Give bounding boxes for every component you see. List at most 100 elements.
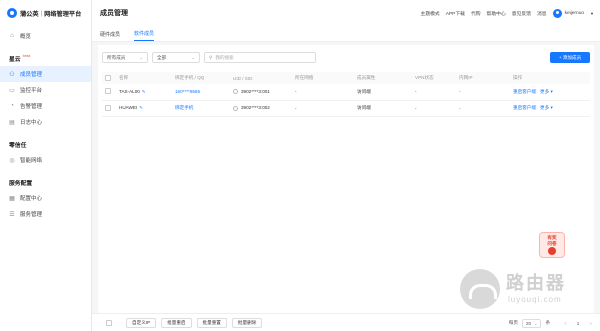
username[interactable]: keijernuo bbox=[565, 11, 584, 16]
more-menu-button[interactable]: 更多 ▾ bbox=[540, 105, 553, 110]
gift-icon bbox=[548, 246, 556, 255]
sidebar-item-members[interactable]: ⚇ 成员管理 bbox=[0, 66, 91, 82]
list-icon: ☰ bbox=[9, 211, 15, 218]
app-download-link[interactable]: APP下载 bbox=[446, 10, 465, 17]
app-root: 蒲公英 | 网络管理平台 ⌂ 概览 星云 beta ⚇ 成员管理 ▭ 监控平台 … bbox=[0, 0, 600, 331]
theme-mode-link[interactable]: 主题模式 bbox=[421, 10, 440, 17]
next-page-button[interactable]: > bbox=[589, 321, 592, 326]
sidebar-item-label: 成员管理 bbox=[20, 72, 43, 78]
attribute-cell: 访问端 bbox=[354, 100, 412, 117]
custom-ip-button[interactable]: 自定义IP bbox=[126, 317, 157, 328]
attribute-cell: 访问端 bbox=[354, 84, 412, 101]
watermark: 路由器 luyouqi.com bbox=[458, 265, 598, 315]
bottom-select-all-checkbox[interactable] bbox=[106, 319, 112, 326]
row-checkbox[interactable] bbox=[105, 104, 111, 111]
survey-promo-button[interactable]: 有奖 问卷 bbox=[539, 232, 565, 258]
sidebar-group-zero-trust: 零信任 bbox=[0, 136, 91, 152]
batch-reset-button[interactable]: 批量重置 bbox=[196, 317, 227, 328]
sidebar-item-overview[interactable]: ⌂ 概览 bbox=[0, 28, 91, 44]
ip-cell: - bbox=[456, 100, 510, 117]
restart-client-button[interactable]: 重启客户端 bbox=[513, 105, 536, 110]
row-checkbox[interactable] bbox=[105, 88, 111, 95]
select-value: 全部 bbox=[157, 54, 167, 60]
sidebar-item-service-management[interactable]: ☰ 服务管理 bbox=[0, 206, 91, 222]
log-icon: ▤ bbox=[9, 119, 15, 126]
member-type-select[interactable]: 所有成员 ⌄ bbox=[102, 52, 148, 63]
filter-bar: 所有成员 ⌄ 全部 ⌄ ⚲ 我的搜索 bbox=[102, 52, 316, 63]
sidebar-item-config-center[interactable]: ▦ 配置中心 bbox=[0, 190, 91, 206]
group-title: 服务配置 bbox=[9, 180, 33, 187]
table-row: TAS-AL00 ✎ 150****9555 3902****3:001 - 访问… bbox=[102, 84, 590, 101]
restart-client-button[interactable]: 重启客户端 bbox=[513, 89, 536, 94]
sidebar-item-label: 监控平台 bbox=[20, 88, 43, 94]
promo-line-2: 问卷 bbox=[547, 240, 557, 246]
column-header-vpn: VPN状态 bbox=[412, 72, 456, 84]
more-menu-button[interactable]: 更多 ▾ bbox=[540, 89, 553, 94]
help-center-link[interactable]: 帮助中心 bbox=[487, 10, 506, 17]
vpn-cell: - bbox=[412, 84, 456, 101]
users-icon: ⚇ bbox=[9, 71, 15, 78]
bind-phone-link[interactable]: 绑定手机 bbox=[175, 105, 193, 110]
tab-software-members[interactable]: 软件成员 bbox=[134, 27, 155, 41]
messages-link[interactable]: 消息 bbox=[537, 10, 547, 17]
edit-icon[interactable]: ✎ bbox=[139, 105, 143, 110]
table-row: HUAWEI ✎ 绑定手机 3902****3:002 - 访问端 - - 重启客… bbox=[102, 100, 590, 117]
table-header-row: 名称 绑定手机 / QQ UID / SID 所在网络 成员属性 VPN状态 内… bbox=[102, 72, 590, 84]
sidebar-item-label: 配置中心 bbox=[20, 196, 43, 202]
uid-value: 3902****3:002 bbox=[241, 105, 270, 111]
brand[interactable]: 蒲公英 | 网络管理平台 bbox=[0, 0, 91, 26]
top-header: 成员管理 主题模式 APP下载 代购 帮助中心 意见反馈 消息 keijernu… bbox=[92, 0, 600, 26]
search-placeholder: 我的搜索 bbox=[215, 54, 234, 60]
select-all-checkbox[interactable] bbox=[105, 74, 111, 81]
feedback-link[interactable]: 意见反馈 bbox=[512, 10, 531, 17]
sidebar-item-label: 告警管理 bbox=[20, 104, 43, 110]
page-size-prefix: 每页 bbox=[508, 320, 518, 325]
page-size-select[interactable]: 20 ⌄ bbox=[521, 318, 542, 328]
sidebar-item-alerts[interactable]: ◔ 告警管理 bbox=[0, 98, 91, 114]
uid-cell: 3902****3:002 bbox=[230, 100, 292, 117]
sidebar-item-logs[interactable]: ▤ 日志中心 bbox=[0, 114, 91, 130]
select-value: 所有成员 bbox=[107, 54, 126, 60]
current-page[interactable]: 1 bbox=[577, 321, 580, 326]
member-tabs: 硬件成员 软件成员 bbox=[92, 26, 600, 42]
add-member-button[interactable]: + 添加成员 bbox=[550, 52, 590, 63]
user-icon bbox=[233, 105, 238, 111]
brand-separator: | bbox=[40, 9, 43, 17]
watermark-router-icon bbox=[460, 269, 500, 309]
prev-page-button[interactable]: < bbox=[564, 321, 567, 326]
phone-link[interactable]: 150****9555 bbox=[175, 89, 200, 94]
tab-hardware-members[interactable]: 硬件成员 bbox=[100, 27, 120, 41]
purchase-link[interactable]: 代购 bbox=[471, 10, 481, 17]
user-icon bbox=[233, 89, 238, 95]
brand-subtitle: 网络管理平台 bbox=[44, 10, 82, 18]
column-header-phone: 绑定手机 / QQ bbox=[172, 72, 230, 84]
header-checkbox-cell bbox=[102, 72, 116, 84]
uid-cell: 3902****3:001 bbox=[230, 84, 292, 101]
column-header-uid: UID / SID bbox=[230, 72, 292, 84]
actions-cell: 重启客户端 更多 ▾ bbox=[510, 100, 590, 117]
monitor-icon: ▭ bbox=[9, 87, 15, 94]
sidebar-item-smart-network[interactable]: ◎ 智能网络 bbox=[0, 152, 91, 168]
watermark-title: 路由器 bbox=[506, 273, 566, 293]
column-header-attribute: 成员属性 bbox=[354, 72, 412, 84]
search-input[interactable]: ⚲ 我的搜索 bbox=[204, 52, 316, 63]
avatar[interactable] bbox=[552, 8, 562, 18]
actions-cell: 重启客户端 更多 ▾ bbox=[510, 84, 590, 101]
sidebar-item-monitor[interactable]: ▭ 监控平台 bbox=[0, 82, 91, 98]
search-icon: ⚲ bbox=[209, 54, 213, 60]
sidebar-group-nebula: 星云 beta bbox=[0, 50, 91, 66]
chevron-down-icon[interactable]: ▼ bbox=[590, 11, 594, 16]
column-header-network: 所在网络 bbox=[292, 72, 354, 84]
header-links: 主题模式 APP下载 代购 帮助中心 意见反馈 消息 keijernuo ▼ bbox=[415, 0, 594, 26]
row-checkbox-cell bbox=[102, 84, 116, 101]
watermark-subtitle: luyouqi.com bbox=[508, 295, 562, 304]
sidebar-item-label: 智能网络 bbox=[20, 158, 43, 164]
edit-icon[interactable]: ✎ bbox=[142, 89, 146, 94]
grid-icon: ▦ bbox=[9, 195, 15, 202]
name-cell: TAS-AL00 ✎ bbox=[116, 84, 172, 101]
batch-restart-button[interactable]: 批量重启 bbox=[161, 317, 192, 328]
batch-delete-button[interactable]: 批量删除 bbox=[231, 317, 263, 328]
vpn-cell: - bbox=[412, 100, 456, 117]
sidebar-item-label: 日志中心 bbox=[20, 120, 43, 126]
status-select[interactable]: 全部 ⌄ bbox=[152, 52, 200, 63]
